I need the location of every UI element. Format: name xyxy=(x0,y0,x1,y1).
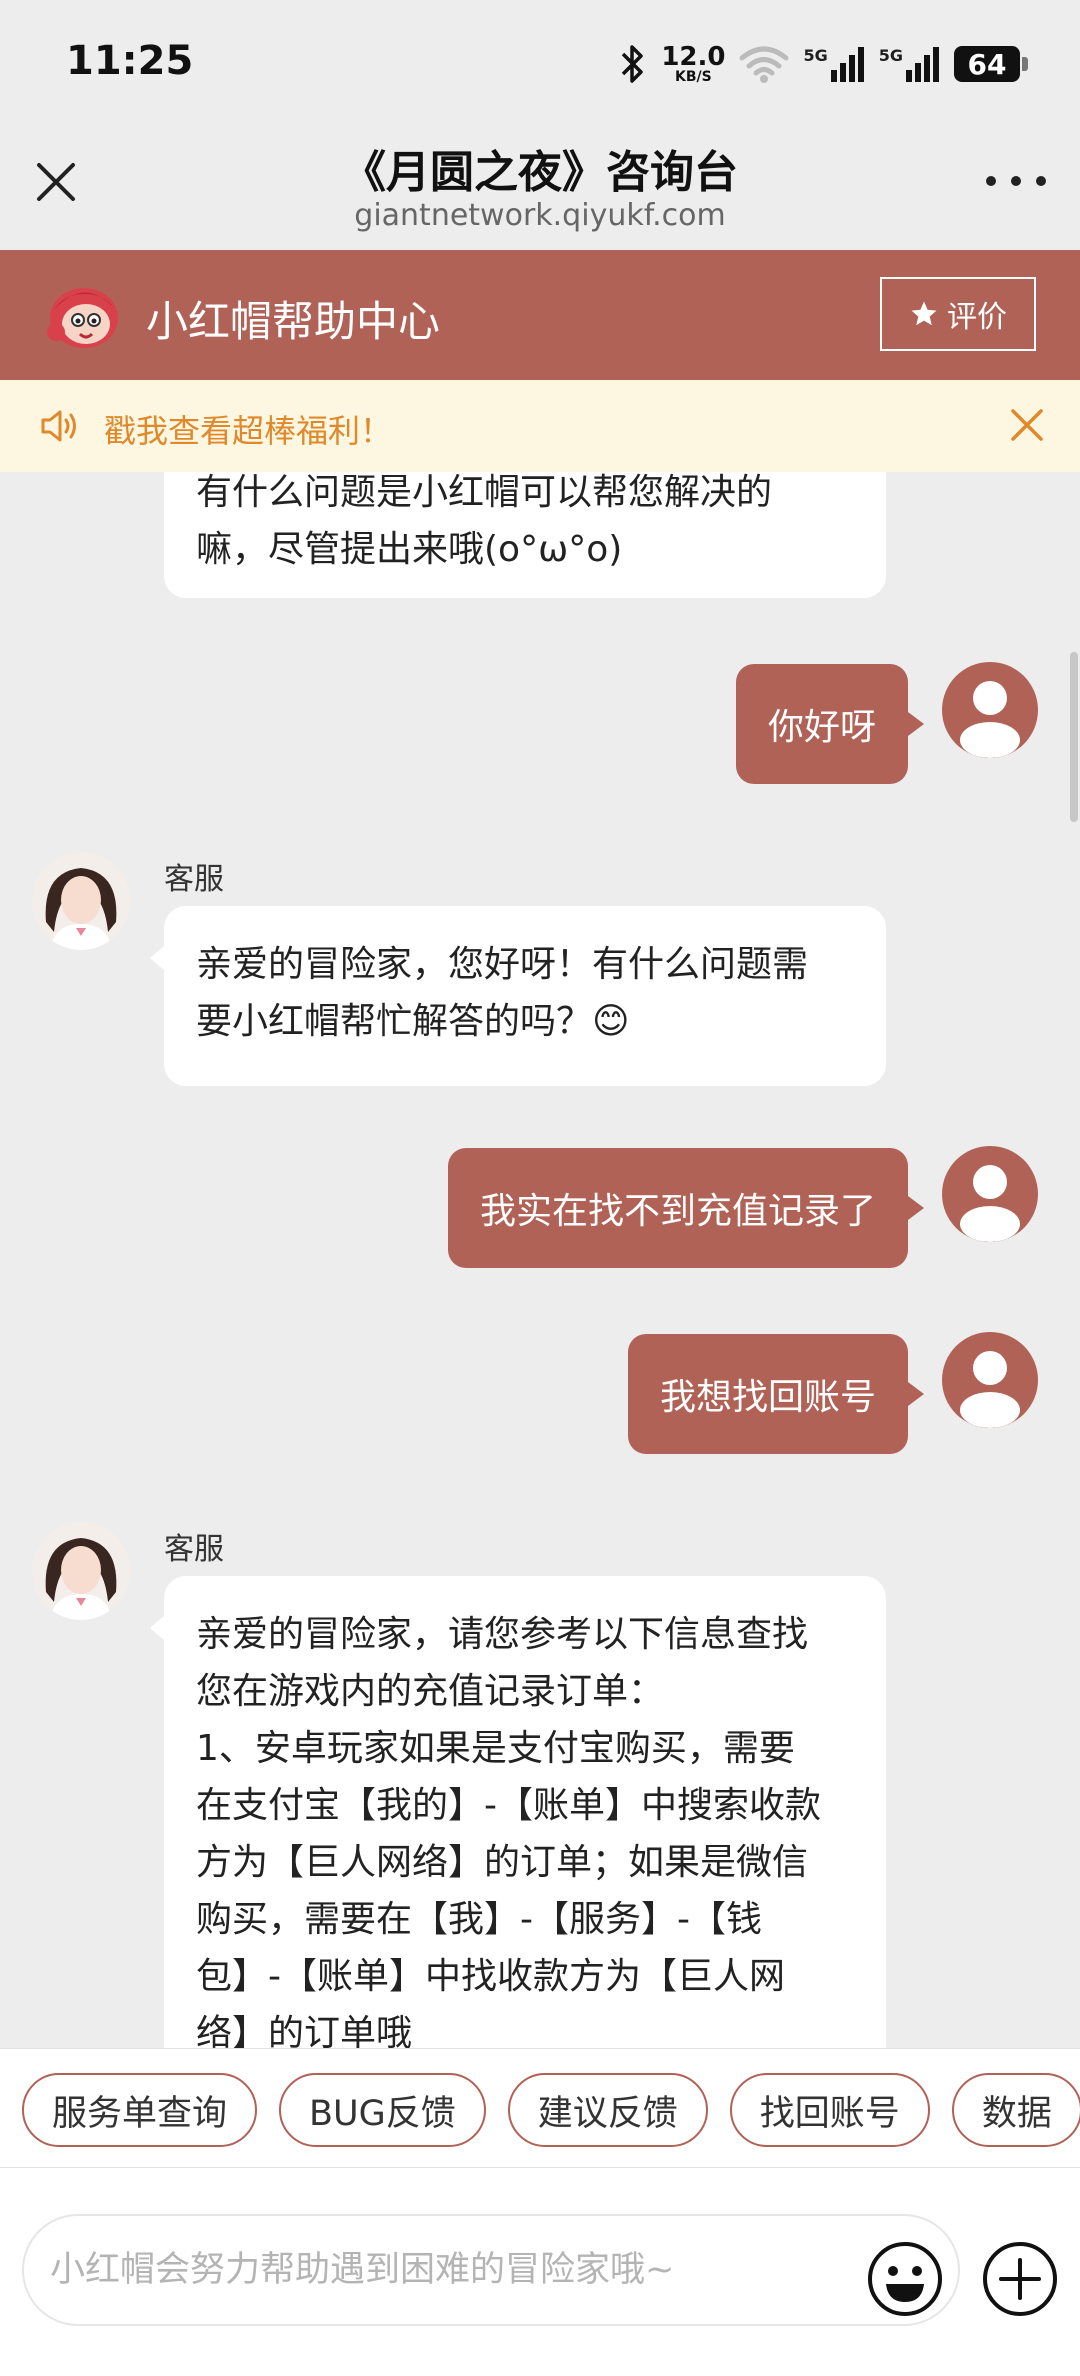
quick-chip-list: 服务单查询 BUG反馈 建议反馈 找回账号 数据 xyxy=(22,2073,1080,2147)
message-text: 你好呀 xyxy=(767,707,876,748)
message-input[interactable] xyxy=(50,2216,850,2324)
dot-icon xyxy=(1036,176,1046,186)
signal-2-label: 5G xyxy=(878,46,903,65)
message-line: 亲爱的冒险家，请您参考以下信息查找 xyxy=(196,1614,809,1655)
message-line: 要小红帽帮忙解答的吗？😊 xyxy=(196,1001,630,1042)
title-bar: 《月圆之夜》咨询台 giantnetwork.qiyukf.com xyxy=(0,126,1080,250)
more-options-button[interactable] xyxy=(986,166,1046,196)
help-center-title: 小红帽帮助中心 xyxy=(146,297,441,346)
notice-text: 戳我查看超棒福利！ xyxy=(104,412,393,450)
brand-header: 小红帽帮助中心 评价 xyxy=(0,250,1080,380)
chat-scrollbar[interactable] xyxy=(1070,652,1078,822)
agent-name: 客服 xyxy=(164,1532,224,1567)
net-speed-unit: KB/S xyxy=(675,69,712,85)
chat-message-list[interactable]: 有什么问题是小红帽可以帮您解决的 嘛，尽管提出来哦(o°ω°o) 你好呀 客服 … xyxy=(0,472,1080,2048)
user-avatar-icon xyxy=(960,1165,1020,1242)
chip-data[interactable]: 数据 xyxy=(951,2073,1080,2147)
page-url: giantnetwork.qiyukf.com xyxy=(354,198,726,233)
agent-message-bubble: 亲爱的冒险家，您好呀！有什么问题需 要小红帽帮忙解答的吗？😊 xyxy=(150,906,886,1086)
dot-icon xyxy=(1011,176,1021,186)
message-line: 嘛，尽管提出来哦(o°ω°o) xyxy=(196,529,623,570)
net-speed-value: 12.0 xyxy=(661,42,726,72)
message-line: 络】的订单哦 xyxy=(196,2013,413,2048)
emoji-icon[interactable] xyxy=(866,2240,944,2318)
quick-reply-bar: 服务单查询 BUG反馈 建议反馈 找回账号 数据 xyxy=(0,2048,1080,2168)
chip-service-order-query[interactable]: 服务单查询 xyxy=(22,2073,258,2147)
chip-recover-account[interactable]: 找回账号 xyxy=(729,2073,930,2147)
little-red-hat-logo-icon xyxy=(47,288,118,348)
notice-close-icon[interactable] xyxy=(1008,406,1046,444)
status-bar: 11:25 12.0 KB/S 5G 5G 64 xyxy=(0,0,1080,126)
message-line: 购买，需要在【我】-【服务】-【钱 xyxy=(196,1899,762,1940)
signal-bars-icon xyxy=(906,47,939,82)
agent-name: 客服 xyxy=(164,862,224,897)
agent-avatar xyxy=(32,852,130,950)
battery-indicator: 64 xyxy=(954,46,1028,82)
message-line: 您在游戏内的充值记录订单： xyxy=(196,1671,665,1712)
agent-avatar-icon xyxy=(32,852,130,950)
message-text: 我实在找不到充值记录了 xyxy=(479,1191,876,1232)
bluetooth-icon xyxy=(622,45,644,83)
message-line: 亲爱的冒险家，您好呀！有什么问题需 xyxy=(196,944,809,985)
status-icons: 12.0 KB/S 5G 5G 64 xyxy=(617,36,1028,92)
message-line: 方为【巨人网络】的订单；如果是微信 xyxy=(196,1842,809,1883)
message-line: 在支付宝【我的】-【账单】中搜索收款 xyxy=(196,1785,821,1826)
wifi-icon xyxy=(739,46,789,83)
rate-button[interactable]: 评价 xyxy=(880,277,1036,351)
agent-message-bubble: 有什么问题是小红帽可以帮您解决的 嘛，尽管提出来哦(o°ω°o) xyxy=(164,472,886,598)
message-line: 1、安卓玩家如果是支付宝购买，需要 xyxy=(196,1728,795,1769)
notice-banner[interactable]: 戳我查看超棒福利！ xyxy=(0,380,1080,472)
message-text: 我想找回账号 xyxy=(659,1377,876,1418)
chip-bug-feedback[interactable]: BUG反馈 xyxy=(279,2073,486,2147)
user-message-bubble: 我想找回账号 xyxy=(627,1334,925,1454)
user-message-bubble: 你好呀 xyxy=(735,664,925,784)
signal-1: 5G xyxy=(803,46,864,82)
user-avatar xyxy=(942,1146,1038,1242)
agent-message-bubble: 亲爱的冒险家，请您参考以下信息查找 您在游戏内的充值记录订单： 1、安卓玩家如果… xyxy=(150,1576,886,2048)
signal-1-label: 5G xyxy=(803,46,828,65)
page-title: 《月圆之夜》咨询台 xyxy=(342,147,738,198)
star-icon xyxy=(911,301,937,326)
user-message-bubble: 我实在找不到充值记录了 xyxy=(447,1148,925,1268)
dot-icon xyxy=(986,176,996,186)
message-input-container xyxy=(22,2214,960,2326)
user-avatar xyxy=(942,1332,1038,1428)
user-avatar-icon xyxy=(960,1351,1020,1428)
user-avatar xyxy=(942,662,1038,758)
agent-avatar xyxy=(32,1522,130,1620)
status-time: 11:25 xyxy=(66,38,194,84)
message-line: 包】-【账单】中找收款方为【巨人网 xyxy=(196,1956,785,1997)
add-attachment-icon[interactable] xyxy=(981,2240,1059,2318)
rate-label: 评价 xyxy=(947,300,1007,335)
input-bar xyxy=(0,2168,1080,2376)
message-line: 有什么问题是小红帽可以帮您解决的 xyxy=(196,472,773,513)
agent-avatar-icon xyxy=(32,1522,130,1620)
signal-2: 5G xyxy=(879,46,940,82)
signal-bars-icon xyxy=(830,47,864,82)
chip-suggestion-feedback[interactable]: 建议反馈 xyxy=(507,2073,708,2147)
user-avatar-icon xyxy=(960,681,1020,758)
net-speed: 12.0 KB/S xyxy=(661,44,725,84)
speaker-icon xyxy=(41,410,76,442)
